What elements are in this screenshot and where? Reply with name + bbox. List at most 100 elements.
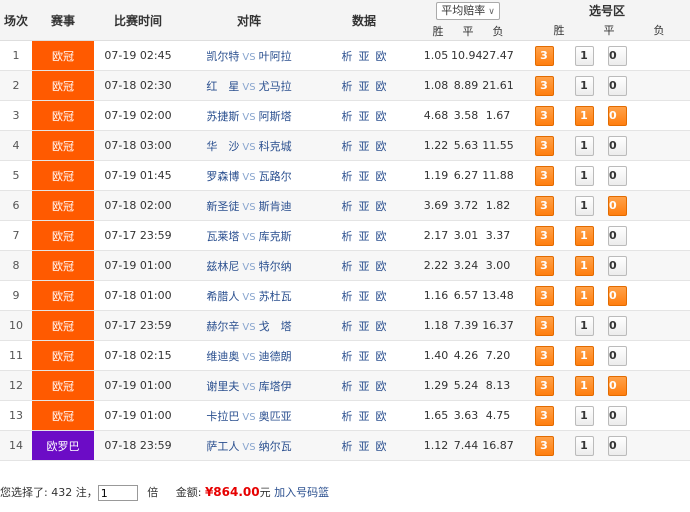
euro-odds-link[interactable]: 欧: [376, 80, 387, 93]
away-team[interactable]: 阿斯塔: [259, 110, 292, 123]
away-team[interactable]: 迪德朗: [259, 350, 292, 363]
pick-win-button[interactable]: 3: [534, 255, 554, 276]
analysis-link[interactable]: 析: [342, 380, 353, 393]
league-cell[interactable]: 欧冠: [32, 220, 94, 251]
asian-odds-link[interactable]: 亚: [359, 230, 370, 243]
pick-win-button[interactable]: 3: [534, 405, 554, 426]
euro-odds-link[interactable]: 欧: [376, 320, 387, 333]
league-cell[interactable]: 欧冠: [32, 40, 94, 71]
analysis-link[interactable]: 析: [342, 170, 353, 183]
home-team[interactable]: 新圣徒: [206, 200, 239, 213]
pick-lose-button[interactable]: 0: [608, 435, 627, 456]
analysis-link[interactable]: 析: [342, 140, 353, 153]
euro-odds-link[interactable]: 欧: [376, 230, 387, 243]
asian-odds-link[interactable]: 亚: [359, 200, 370, 213]
multiplier-input[interactable]: [97, 485, 138, 501]
analysis-link[interactable]: 析: [342, 230, 353, 243]
home-team[interactable]: 萨工人: [206, 440, 239, 453]
asian-odds-link[interactable]: 亚: [359, 170, 370, 183]
league-cell[interactable]: 欧冠: [32, 190, 94, 221]
pick-draw-button[interactable]: 1: [574, 135, 594, 156]
asian-odds-link[interactable]: 亚: [359, 410, 370, 423]
pick-lose-button[interactable]: 0: [608, 75, 627, 96]
add-to-basket-link[interactable]: 加入号码篮: [274, 486, 329, 499]
pick-win-button[interactable]: 3: [534, 165, 554, 186]
home-team[interactable]: 凯尔特: [206, 50, 239, 63]
analysis-link[interactable]: 析: [342, 410, 353, 423]
pick-lose-button[interactable]: 0: [608, 315, 627, 336]
pick-draw-button[interactable]: 1: [574, 435, 594, 456]
away-team[interactable]: 纳尔瓦: [259, 440, 292, 453]
away-team[interactable]: 苏杜瓦: [259, 290, 292, 303]
pick-lose-button[interactable]: 0: [608, 195, 627, 216]
away-team[interactable]: 瓦路尔: [259, 170, 292, 183]
pick-draw-button[interactable]: 1: [574, 225, 594, 246]
home-team[interactable]: 谢里夫: [206, 380, 239, 393]
euro-odds-link[interactable]: 欧: [376, 290, 387, 303]
pick-win-button[interactable]: 3: [534, 45, 554, 66]
pick-lose-button[interactable]: 0: [608, 405, 627, 426]
pick-win-button[interactable]: 3: [534, 435, 554, 456]
away-team[interactable]: 特尔纳: [259, 260, 292, 273]
asian-odds-link[interactable]: 亚: [359, 290, 370, 303]
pick-lose-button[interactable]: 0: [608, 255, 627, 276]
pick-win-button[interactable]: 3: [534, 315, 554, 336]
asian-odds-link[interactable]: 亚: [359, 380, 370, 393]
euro-odds-link[interactable]: 欧: [376, 170, 387, 183]
league-cell[interactable]: 欧冠: [32, 400, 94, 431]
analysis-link[interactable]: 析: [342, 200, 353, 213]
away-team[interactable]: 戈 塔: [259, 320, 292, 333]
asian-odds-link[interactable]: 亚: [359, 260, 370, 273]
pick-lose-button[interactable]: 0: [608, 45, 627, 66]
pick-win-button[interactable]: 3: [534, 375, 554, 396]
away-team[interactable]: 尤马拉: [259, 80, 292, 93]
home-team[interactable]: 苏捷斯: [206, 110, 239, 123]
odds-type-select[interactable]: 平均赔率 ∨: [436, 1, 500, 20]
league-cell[interactable]: 欧冠: [32, 100, 94, 131]
pick-win-button[interactable]: 3: [534, 135, 554, 156]
home-team[interactable]: 卡拉巴: [206, 410, 239, 423]
asian-odds-link[interactable]: 亚: [359, 80, 370, 93]
pick-lose-button[interactable]: 0: [608, 105, 627, 126]
away-team[interactable]: 库塔伊: [259, 380, 292, 393]
asian-odds-link[interactable]: 亚: [359, 320, 370, 333]
away-team[interactable]: 科克城: [259, 140, 292, 153]
pick-draw-button[interactable]: 1: [574, 345, 594, 366]
asian-odds-link[interactable]: 亚: [359, 140, 370, 153]
league-cell[interactable]: 欧罗巴: [32, 430, 94, 461]
league-cell[interactable]: 欧冠: [32, 340, 94, 371]
analysis-link[interactable]: 析: [342, 50, 353, 63]
pick-win-button[interactable]: 3: [534, 345, 554, 366]
euro-odds-link[interactable]: 欧: [376, 140, 387, 153]
analysis-link[interactable]: 析: [342, 440, 353, 453]
pick-win-button[interactable]: 3: [534, 75, 554, 96]
home-team[interactable]: 赫尔辛: [206, 320, 239, 333]
home-team[interactable]: 兹林尼: [206, 260, 239, 273]
home-team[interactable]: 红 星: [206, 80, 239, 93]
pick-draw-button[interactable]: 1: [574, 195, 594, 216]
pick-lose-button[interactable]: 0: [608, 285, 627, 306]
pick-win-button[interactable]: 3: [534, 195, 554, 216]
euro-odds-link[interactable]: 欧: [376, 350, 387, 363]
euro-odds-link[interactable]: 欧: [376, 200, 387, 213]
asian-odds-link[interactable]: 亚: [359, 440, 370, 453]
pick-draw-button[interactable]: 1: [574, 45, 594, 66]
pick-lose-button[interactable]: 0: [608, 165, 627, 186]
pick-draw-button[interactable]: 1: [574, 375, 594, 396]
home-team[interactable]: 罗森博: [206, 170, 239, 183]
euro-odds-link[interactable]: 欧: [376, 440, 387, 453]
analysis-link[interactable]: 析: [342, 350, 353, 363]
pick-lose-button[interactable]: 0: [608, 375, 627, 396]
euro-odds-link[interactable]: 欧: [376, 410, 387, 423]
away-team[interactable]: 库克斯: [259, 230, 292, 243]
asian-odds-link[interactable]: 亚: [359, 50, 370, 63]
league-cell[interactable]: 欧冠: [32, 310, 94, 341]
euro-odds-link[interactable]: 欧: [376, 380, 387, 393]
league-cell[interactable]: 欧冠: [32, 70, 94, 101]
home-team[interactable]: 瓦莱塔: [206, 230, 239, 243]
pick-draw-button[interactable]: 1: [574, 75, 594, 96]
league-cell[interactable]: 欧冠: [32, 160, 94, 191]
pick-lose-button[interactable]: 0: [608, 345, 627, 366]
league-cell[interactable]: 欧冠: [32, 280, 94, 311]
asian-odds-link[interactable]: 亚: [359, 110, 370, 123]
